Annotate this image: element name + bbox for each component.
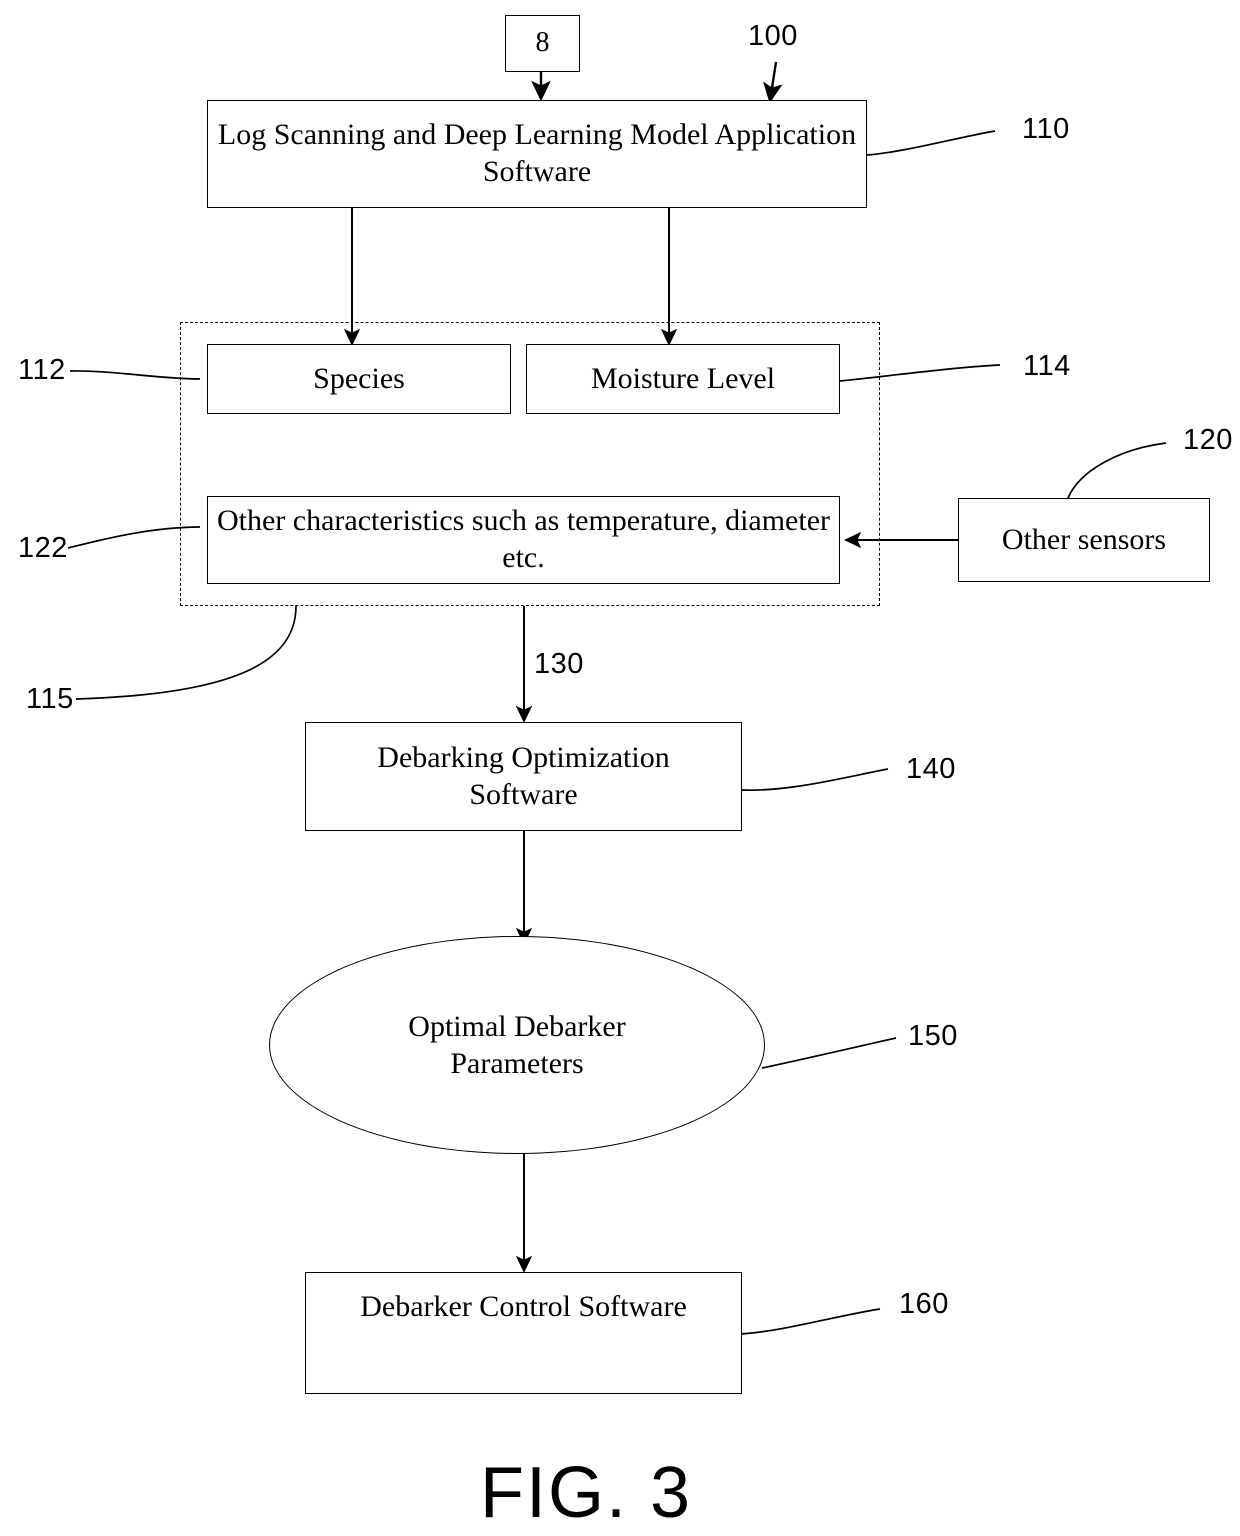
debarking-optimization-box: Debarking Optimization Software (305, 722, 742, 831)
species-label: Species (313, 361, 405, 395)
leader-115 (75, 605, 297, 700)
leader-120 (1067, 442, 1167, 499)
ref-150: 150 (908, 1020, 958, 1052)
source-reference-label: 8 (535, 27, 550, 59)
leader-100 (763, 61, 783, 104)
ref-120: 120 (1183, 424, 1233, 456)
other-sensors-box: Other sensors (958, 498, 1210, 582)
moisture-level-label: Moisture Level (590, 361, 776, 395)
other-sensors-label: Other sensors (1001, 522, 1167, 556)
ref-160: 160 (899, 1288, 949, 1320)
other-characteristics-label: Other characteristics such as temperatur… (216, 504, 831, 574)
leader-160 (739, 1308, 881, 1335)
leader-140 (741, 768, 889, 792)
figure-canvas: 8 Log Scanning and Deep Learning Model A… (0, 0, 1240, 1536)
leader-150 (761, 1037, 897, 1069)
ref-112: 112 (18, 354, 66, 386)
debarker-control-label: Debarker Control Software (360, 1290, 687, 1323)
other-characteristics-box: Other characteristics such as temperatur… (207, 496, 840, 584)
moisture-level-box: Moisture Level (526, 344, 840, 414)
ref-100: 100 (748, 20, 798, 52)
ref-115: 115 (26, 683, 74, 715)
optimal-parameters-label: Optimal Debarker Parameters (408, 1009, 626, 1081)
ref-110: 110 (1022, 113, 1070, 145)
log-scanning-software-box: Log Scanning and Deep Learning Model App… (207, 100, 867, 208)
ref-122: 122 (18, 532, 68, 564)
species-box: Species (207, 344, 511, 414)
ref-114: 114 (1023, 350, 1071, 382)
log-scanning-software-label: Log Scanning and Deep Learning Model App… (217, 118, 857, 188)
figure-caption: FIG. 3 (480, 1453, 693, 1533)
debarker-control-box: Debarker Control Software (305, 1272, 742, 1394)
ref-130: 130 (534, 648, 584, 680)
leader-110 (866, 130, 996, 156)
ref-140: 140 (906, 753, 956, 785)
optimal-parameters-ellipse: Optimal Debarker Parameters (269, 936, 765, 1154)
debarking-optimization-label: Debarking Optimization Software (377, 740, 670, 811)
source-reference-box: 8 (505, 15, 580, 72)
